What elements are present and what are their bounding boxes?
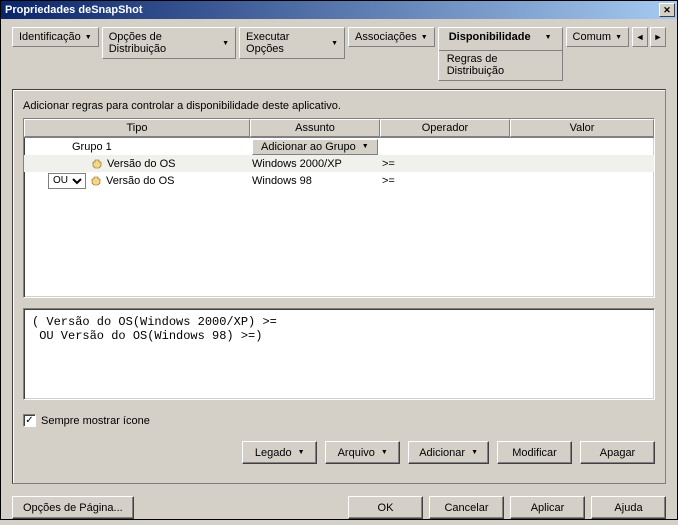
chevron-down-icon: ▼ (421, 34, 428, 41)
tab-opcoes-distribuicao[interactable]: Opções de Distribuição▼ (102, 27, 236, 59)
panel-buttons: Legado▼ Arquivo▼ Adicionar▼ Modificar Ap… (23, 441, 655, 464)
tab-executar-opcoes[interactable]: Executar Opções▼ (239, 27, 345, 59)
page-options-button[interactable]: Opções de Página... (12, 496, 134, 519)
apagar-button[interactable]: Apagar (580, 441, 655, 464)
tab-disponibilidade-sub: Regras de Distribuição (439, 50, 562, 80)
cancel-button[interactable]: Cancelar (429, 496, 504, 519)
modificar-button[interactable]: Modificar (497, 441, 572, 464)
rule-icon (90, 157, 104, 171)
tab-disponibilidade[interactable]: Disponibilidade▼ Regras de Distribuição (438, 27, 563, 81)
chevron-down-icon: ▼ (545, 34, 552, 41)
tab-comum[interactable]: Comum▼ (566, 27, 629, 47)
col-tipo[interactable]: Tipo (24, 119, 250, 137)
group-label: Grupo 1 (72, 141, 112, 153)
properties-window: Propriedades deSnapShot ✕ Identificação▼… (0, 0, 678, 520)
triangle-right-icon: ► (654, 32, 663, 42)
chevron-down-icon: ▼ (85, 34, 92, 41)
adicionar-button[interactable]: Adicionar▼ (408, 441, 489, 464)
table-row[interactable]: OU Versão do OS Windows 98 >= (24, 172, 654, 189)
chevron-down-icon: ▼ (298, 449, 305, 456)
col-valor[interactable]: Valor (510, 119, 654, 137)
chevron-down-icon: ▼ (331, 40, 338, 47)
checkbox-label: Sempre mostrar ícone (41, 415, 150, 427)
rules-table: Tipo Assunto Operador Valor Grupo 1 Adic… (23, 118, 655, 298)
tabs-scroll-right[interactable]: ► (650, 27, 666, 47)
chevron-down-icon: ▼ (615, 34, 622, 41)
chevron-down-icon: ▼ (381, 449, 388, 456)
table-row[interactable]: Versão do OS Windows 2000/XP >= (24, 155, 654, 172)
rules-panel: Adicionar regras para controlar a dispon… (12, 89, 666, 484)
tab-identificacao[interactable]: Identificação▼ (12, 27, 99, 47)
panel-description: Adicionar regras para controlar a dispon… (23, 100, 655, 112)
expression-preview[interactable]: ( Versão do OS(Windows 2000/XP) >= OU Ve… (23, 308, 655, 400)
tabs-bar: Identificação▼ Opções de Distribuição▼ E… (12, 27, 666, 81)
table-header: Tipo Assunto Operador Valor (24, 119, 654, 138)
legado-button[interactable]: Legado▼ (242, 441, 317, 464)
chevron-down-icon: ▼ (362, 143, 369, 150)
window-title: Propriedades deSnapShot (3, 4, 659, 16)
arquivo-button[interactable]: Arquivo▼ (325, 441, 400, 464)
titlebar: Propriedades deSnapShot ✕ (1, 1, 677, 19)
col-assunto[interactable]: Assunto (250, 119, 380, 137)
add-to-group-button[interactable]: Adicionar ao Grupo▼ (252, 139, 378, 155)
always-show-icon-checkbox[interactable]: ✓ (23, 414, 36, 427)
check-icon: ✓ (25, 415, 33, 426)
triangle-left-icon: ◄ (636, 32, 645, 42)
chevron-down-icon: ▼ (222, 40, 229, 47)
apply-button[interactable]: Aplicar (510, 496, 585, 519)
close-button[interactable]: ✕ (659, 3, 675, 17)
chevron-down-icon: ▼ (471, 449, 478, 456)
content-area: Identificação▼ Opções de Distribuição▼ E… (1, 19, 677, 490)
rule-icon (89, 174, 103, 188)
tab-associacoes[interactable]: Associações▼ (348, 27, 435, 47)
help-button[interactable]: Ajuda (591, 496, 666, 519)
tabs-scroll-left[interactable]: ◄ (632, 27, 648, 47)
close-icon: ✕ (663, 5, 671, 16)
logic-operator-select[interactable]: OU (48, 173, 86, 189)
col-operador[interactable]: Operador (380, 119, 510, 137)
table-row[interactable]: Grupo 1 Adicionar ao Grupo▼ (24, 138, 654, 155)
ok-button[interactable]: OK (348, 496, 423, 519)
always-show-icon-row: ✓ Sempre mostrar ícone (23, 414, 655, 427)
